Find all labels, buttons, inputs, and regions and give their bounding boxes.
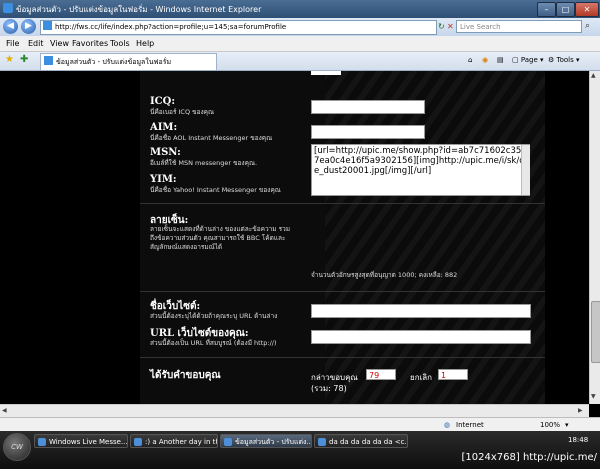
page-menu[interactable]: ▢ Page ▾: [512, 56, 544, 64]
website-title-desc: ส่วนนี้ต้องระบุได้ด้วยถ้าคุณระบุ URL ด้า…: [150, 312, 278, 320]
menu-bar: File Edit View Favorites Tools Help: [0, 36, 600, 52]
address-bar[interactable]: http://fws.cc/life/index.php?action=prof…: [40, 20, 437, 35]
aim-input[interactable]: [311, 125, 425, 139]
tab-bar: ★ ✚ ข้อมูลส่วนตัว - ปรับแต่งข้อมูลในฟอรั…: [0, 52, 600, 71]
signature-scrollbar[interactable]: [521, 145, 530, 195]
website-url-desc: ส่วนนี้ต้องเป็น URL ที่สมบูรณ์ (ต้องมี h…: [150, 339, 277, 347]
signature-desc-line-1: ลายเซ็นจะแสดงที่ด้านล่าง ของแต่ละข้อความ…: [150, 225, 291, 233]
favorites-star-icon[interactable]: ★: [5, 54, 14, 65]
forward-button[interactable]: ▶: [21, 19, 36, 34]
yim-label: YIM:: [150, 174, 177, 185]
status-bar: ◍ Internet 100% ▾: [0, 417, 600, 432]
menu-tools[interactable]: Tools: [110, 39, 130, 48]
smite-label: ยกเลิก: [410, 373, 433, 382]
form-area: ICQ: นี่คือเบอร์ ICQ ของคุณ AIM: นี่คือช…: [0, 71, 589, 404]
yim-desc: นี่คือชื่อ Yahoo! Instant Messenger ของค…: [150, 186, 281, 194]
task-windows-live-messenger[interactable]: Windows Live Messe...: [34, 434, 128, 448]
window-title: ข้อมูลส่วนตัว - ปรับแต่งข้อมูลในฟอรั่ม -…: [16, 5, 262, 14]
internet-zone-label: Internet: [456, 421, 484, 429]
previous-field-edge[interactable]: [311, 71, 341, 75]
task-internet-explorer[interactable]: ข้อมูลส่วนตัว - ปรับแต่ง...: [220, 434, 312, 448]
zoom-dropdown-icon[interactable]: ▾: [565, 421, 569, 429]
stop-icon[interactable]: ✕: [447, 22, 454, 31]
menu-view[interactable]: View: [50, 39, 69, 48]
print-icon[interactable]: ▤: [497, 56, 504, 64]
address-url: http://fws.cc/life/index.php?action=prof…: [55, 23, 287, 31]
menu-edit[interactable]: Edit: [28, 39, 44, 48]
screenshot-credit: [1024x768] http://upic.me/: [461, 452, 597, 463]
clock[interactable]: 18:48: [568, 436, 588, 444]
aim-desc: นี่คือชื่อ AOL Instant Messenger ของคุณ: [150, 134, 273, 142]
taskbar: CW Windows Live Messe... :) a Another da…: [0, 431, 600, 469]
home-icon[interactable]: ⌂: [468, 56, 472, 64]
tools-menu[interactable]: ⚙ Tools ▾: [548, 56, 580, 64]
page-menu-label: Page: [520, 56, 538, 64]
signature-desc-line-2: ถึงข้อความส่วนตัว คุณสามารถใช้ BBC โค้ดแ…: [150, 234, 286, 242]
feeds-icon[interactable]: ◉: [482, 56, 488, 64]
signature-char-limit: จำนวนตัวอักษรสูงสุดที่อนุญาต 1000; คงเหล…: [311, 271, 458, 279]
menu-file[interactable]: File: [6, 39, 19, 48]
section-divider-3: [140, 357, 545, 358]
close-button[interactable]: ✕: [575, 2, 599, 17]
ie-app-icon: [3, 3, 13, 13]
tab-title: ข้อมูลส่วนตัว - ปรับแต่งข้อมูลในฟอรั่ม: [56, 58, 172, 66]
page-favicon: [43, 21, 52, 30]
scroll-thumb[interactable]: [591, 301, 600, 363]
icq-desc: นี่คือเบอร์ ICQ ของคุณ: [150, 108, 215, 116]
scroll-down-arrow[interactable]: ▼: [591, 393, 596, 400]
section-divider-2: [140, 291, 545, 292]
section-divider: [140, 203, 545, 204]
refresh-icon[interactable]: ↻: [438, 22, 445, 31]
smite-input[interactable]: 1: [438, 369, 468, 380]
task-da-da[interactable]: da da da da da da <c...: [314, 434, 408, 448]
zoom-level[interactable]: 100%: [540, 421, 560, 429]
menu-help[interactable]: Help: [136, 39, 154, 48]
horizontal-scrollbar[interactable]: ◀ ▶: [0, 404, 589, 418]
vertical-scrollbar[interactable]: ▲ ▼: [589, 71, 600, 404]
scroll-left-arrow[interactable]: ◀: [2, 407, 7, 414]
search-icon[interactable]: ⌕: [585, 21, 590, 31]
scroll-up-arrow[interactable]: ▲: [591, 72, 596, 79]
website-title-input[interactable]: [311, 304, 531, 318]
add-favorite-icon[interactable]: ✚: [20, 54, 28, 65]
back-button[interactable]: ◀: [3, 19, 18, 34]
signature-desc-line-3: สัญลักษณ์แสดงอารมณ์ได้: [150, 243, 223, 251]
msn-desc: อีเมล์ที่ใช้ MSN messenger ของคุณ.: [150, 159, 258, 167]
scroll-right-arrow[interactable]: ▶: [578, 407, 583, 414]
tab-current[interactable]: ข้อมูลส่วนตัว - ปรับแต่งข้อมูลในฟอรั่ม: [40, 53, 217, 70]
menu-favorites[interactable]: Favorites: [72, 39, 108, 48]
website-url-input[interactable]: [311, 330, 531, 344]
icq-label: ICQ:: [150, 96, 176, 107]
maximize-button[interactable]: □: [556, 2, 575, 17]
tab-favicon: [44, 56, 53, 65]
task-another-day[interactable]: :) a Another day in th...: [130, 434, 218, 448]
minimize-button[interactable]: –: [537, 2, 556, 17]
start-button[interactable]: CW: [3, 433, 31, 461]
signature-textarea[interactable]: [url=http://upic.me/show.php?id=ab7c7160…: [311, 144, 530, 196]
window-title-bar: ข้อมูลส่วนตัว - ปรับแต่งข้อมูลในฟอรั่ม -…: [0, 0, 600, 18]
msn-label: MSN:: [150, 147, 181, 158]
icq-input[interactable]: [311, 100, 425, 114]
karma-total: (รวม: 78): [311, 384, 347, 393]
tools-menu-label: Tools: [556, 56, 574, 64]
karma-label: ได้รับคำขอบคุณ: [150, 370, 221, 381]
aim-label: AIM:: [150, 122, 178, 133]
address-toolbar: ◀ ▶ http://fws.cc/life/index.php?action=…: [0, 18, 600, 36]
search-input[interactable]: Live Search: [456, 20, 582, 33]
internet-zone-icon: ◍: [444, 421, 451, 429]
applaud-input[interactable]: 79: [366, 369, 396, 380]
